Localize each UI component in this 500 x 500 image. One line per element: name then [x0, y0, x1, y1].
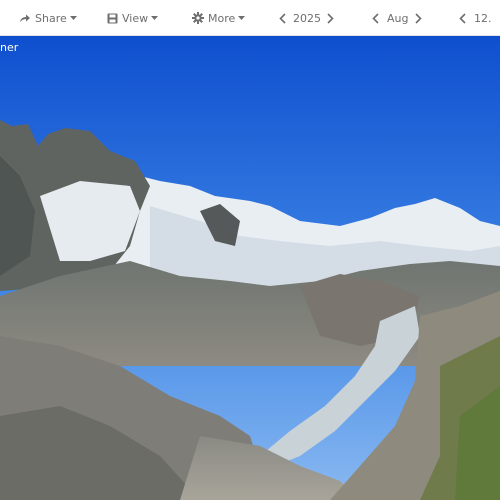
- caret-down-icon: [238, 15, 246, 20]
- year-value: 2025: [293, 11, 321, 25]
- caret-down-icon: [151, 15, 159, 20]
- share-label: Share: [35, 11, 67, 25]
- previous-month-button[interactable]: [365, 0, 385, 36]
- chevron-left-icon: [458, 12, 466, 24]
- view-menu-button[interactable]: View: [107, 0, 159, 36]
- mountain-glacier-photo: [0, 36, 500, 500]
- save-icon: [107, 13, 118, 23]
- next-month-button[interactable]: [408, 0, 428, 36]
- caret-down-icon: [69, 15, 77, 20]
- month-value: Aug: [387, 11, 409, 25]
- gear-icon: [192, 12, 204, 24]
- chevron-left-icon: [371, 12, 379, 24]
- chevron-left-icon: [278, 12, 286, 24]
- previous-day-button[interactable]: [452, 0, 472, 36]
- share-menu-button[interactable]: Share: [19, 0, 77, 36]
- share-arrow-icon: [20, 14, 30, 22]
- more-label: More: [208, 11, 236, 25]
- chevron-right-icon: [326, 12, 334, 24]
- day-value: 12.: [474, 11, 492, 25]
- next-year-button[interactable]: [320, 0, 340, 36]
- view-label: View: [122, 11, 149, 25]
- chevron-right-icon: [414, 12, 422, 24]
- top-toolbar: Share View More 2025 Aug 12.: [0, 0, 500, 36]
- previous-year-button[interactable]: [272, 0, 292, 36]
- photo-caption: ner: [0, 41, 19, 54]
- more-menu-button[interactable]: More: [192, 0, 246, 36]
